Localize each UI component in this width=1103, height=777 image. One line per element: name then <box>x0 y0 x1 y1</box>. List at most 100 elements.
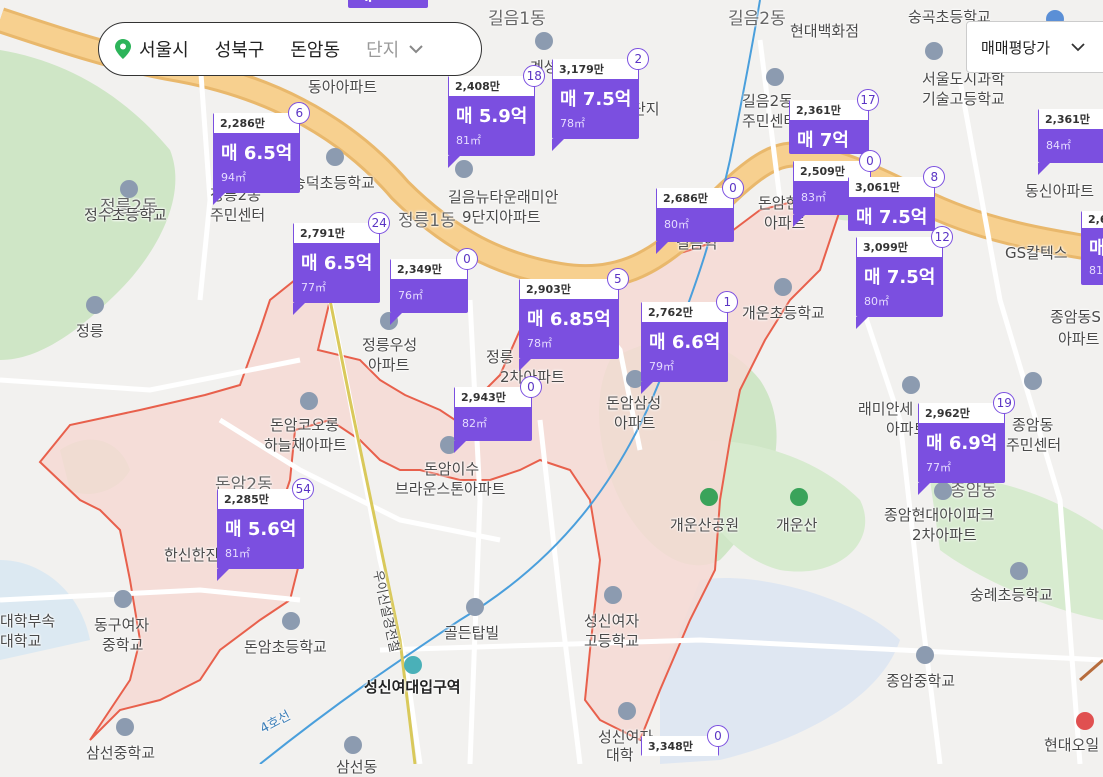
label-jongam-hyundai2: 2차아파트 <box>912 526 977 544</box>
marker-price: 매 7. <box>348 0 428 8</box>
label-jeongneung-useong2: 아파트 <box>368 356 410 374</box>
label-samseon: 삼선동 <box>336 758 378 776</box>
mountain-icon <box>790 488 808 506</box>
marker-area: 94㎡ <box>221 171 246 184</box>
marker-price-per-area: 2,285만 <box>218 489 304 509</box>
school-icon <box>120 180 138 198</box>
marker-count-badge: 0 <box>707 725 729 747</box>
marker-tail <box>656 242 668 254</box>
price-marker[interactable]: 2,762만 매 6.6억 79㎡ 1 <box>641 291 739 394</box>
label-jeongneung: 정릉 <box>76 322 104 340</box>
district-selector[interactable]: 성북구 <box>215 36 265 62</box>
marker-price-per-area: 2,361만 <box>790 100 868 120</box>
label-jeongneung1dong: 정릉1동 <box>398 211 456 231</box>
marker-tail <box>641 382 653 394</box>
label-sungshin-station: 성신여대입구역 <box>364 678 461 696</box>
price-marker[interactable]: 2,6 매 81 <box>1081 210 1103 285</box>
price-marker[interactable]: 2,285만 매 5.6억 81㎡ 54 <box>217 478 315 581</box>
label-jongam-center: 종암동 <box>1012 416 1054 434</box>
marker-price: 매 6.85억 <box>527 309 611 330</box>
price-type-label: 매매평당가 <box>981 38 1051 57</box>
price-marker[interactable]: 2,943만 82㎡ 0 <box>454 376 542 453</box>
label-gaeun-school: 개운초등학교 <box>742 304 825 322</box>
marker-price-per-area: 2,791만 <box>294 223 380 243</box>
price-marker[interactable]: 2,286만 매 6.5억 94㎡ 6 <box>213 102 311 205</box>
landmark-icon <box>86 296 104 314</box>
label-jeongneung2-center2: 주민센터 <box>210 206 266 224</box>
subway-station-icon <box>404 656 422 674</box>
location-selector[interactable]: 서울시 성북구 돈암동 단지 <box>98 22 482 76</box>
label-gondeuk: 골든탑빌 <box>444 624 500 642</box>
price-marker[interactable]: 2,361만 84㎡ <box>1038 108 1103 175</box>
marker-price: 매 7억 <box>797 130 849 151</box>
marker-price-per-area: 3,061만 <box>849 177 935 197</box>
label-gileum2dong: 길음2동 <box>728 9 786 29</box>
label-jongam-hyundai: 종암현대아이파크 <box>884 506 995 524</box>
marker-area: 82㎡ <box>462 417 487 430</box>
price-marker[interactable]: 2,791만 매 6.5억 77㎡ 24 <box>293 212 391 315</box>
marker-price-per-area: 2,762만 <box>642 302 728 322</box>
price-marker[interactable]: 2,349만 76㎡ 0 <box>390 248 478 325</box>
label-jongam-apt2: 아파트 <box>1058 330 1100 348</box>
label-donam-kolon: 돈암코오롱 <box>270 416 340 434</box>
label-gaeunsan-park: 개운산공원 <box>670 516 740 534</box>
school-icon <box>925 42 943 60</box>
marker-price-per-area: 2,6 <box>1082 211 1103 228</box>
price-marker[interactable]: 3,179만 매 7.5억 78㎡ 2 <box>552 48 650 151</box>
price-marker[interactable]: 3,061만 매 7.5억 8 <box>848 166 946 231</box>
school-icon <box>604 586 622 604</box>
gas-station-icon <box>1076 712 1094 730</box>
marker-area: 81㎡ <box>456 134 481 147</box>
apartment-icon <box>300 392 318 410</box>
city-selector[interactable]: 서울시 <box>139 36 189 62</box>
price-type-dropdown[interactable]: 매매평당가 <box>966 21 1103 73</box>
marker-count-badge: 0 <box>520 376 542 398</box>
school-icon <box>344 736 362 754</box>
school-icon <box>116 718 134 736</box>
school-icon <box>1010 562 1028 580</box>
marker-area: 84㎡ <box>1046 139 1071 152</box>
school-icon <box>916 646 934 664</box>
marker-area: 78㎡ <box>527 337 552 350</box>
school-icon <box>114 590 132 608</box>
marker-count-badge: 0 <box>456 248 478 270</box>
label-sungrye-school: 숭례초등학교 <box>970 586 1053 604</box>
label-dongshin: 동신아파트 <box>1025 182 1095 200</box>
label-gileum-newtown2: 9단지아파트 <box>462 208 541 226</box>
price-marker[interactable]: 2,408만 매 5.9억 81㎡ 18 <box>448 65 546 168</box>
marker-count-badge: 0 <box>859 150 881 172</box>
label-sungshin-high: 성신여자 <box>584 612 640 630</box>
office-icon <box>1024 372 1042 390</box>
price-marker[interactable]: 2,686만 80㎡ 0 <box>656 177 744 254</box>
marker-count-badge: 0 <box>722 177 744 199</box>
price-marker[interactable]: 2,962만 매 6.9억 77㎡ 19 <box>918 392 1016 495</box>
label-jongam-mid: 종암중학교 <box>886 672 956 690</box>
price-marker[interactable]: 3,099만 매 7.5억 80㎡ 12 <box>856 226 954 329</box>
marker-price: 매 5.9억 <box>456 106 528 127</box>
marker-price: 매 6.9억 <box>926 433 998 454</box>
marker-area: 80㎡ <box>864 295 889 308</box>
complex-selector[interactable]: 단지 <box>366 36 399 62</box>
marker-tail <box>454 441 466 453</box>
label-hanshin: 한신한진 <box>164 546 220 564</box>
marker-price-per-area: 2,962만 <box>919 403 1005 423</box>
price-marker[interactable]: 2,361만 매 7억 17 <box>789 89 879 154</box>
label-gileum-center: 길음2동 <box>742 92 793 110</box>
chevron-down-icon[interactable] <box>409 44 423 54</box>
price-marker[interactable]: 3,348만 0 <box>641 725 729 756</box>
price-marker[interactable]: 매 7. <box>348 0 428 8</box>
marker-tail <box>293 303 305 315</box>
label-samseon-mid: 삼선중학교 <box>86 744 156 762</box>
marker-area: 80㎡ <box>664 218 689 231</box>
marker-price: 매 7.5억 <box>864 267 936 288</box>
label-seoul-robot2: 기술고등학교 <box>922 90 1005 108</box>
marker-count-badge: 5 <box>606 268 629 290</box>
label-donggu-girls2: 중학교 <box>102 636 144 654</box>
marker-price-per-area: 3,099만 <box>857 237 943 257</box>
marker-tail <box>793 215 805 227</box>
marker-tail <box>213 193 225 205</box>
dong-selector[interactable]: 돈암동 <box>290 36 340 62</box>
marker-tail <box>918 483 930 495</box>
chevron-down-icon <box>1071 43 1085 52</box>
price-marker[interactable]: 2,903만 매 6.85억 78㎡ 5 <box>519 268 629 371</box>
